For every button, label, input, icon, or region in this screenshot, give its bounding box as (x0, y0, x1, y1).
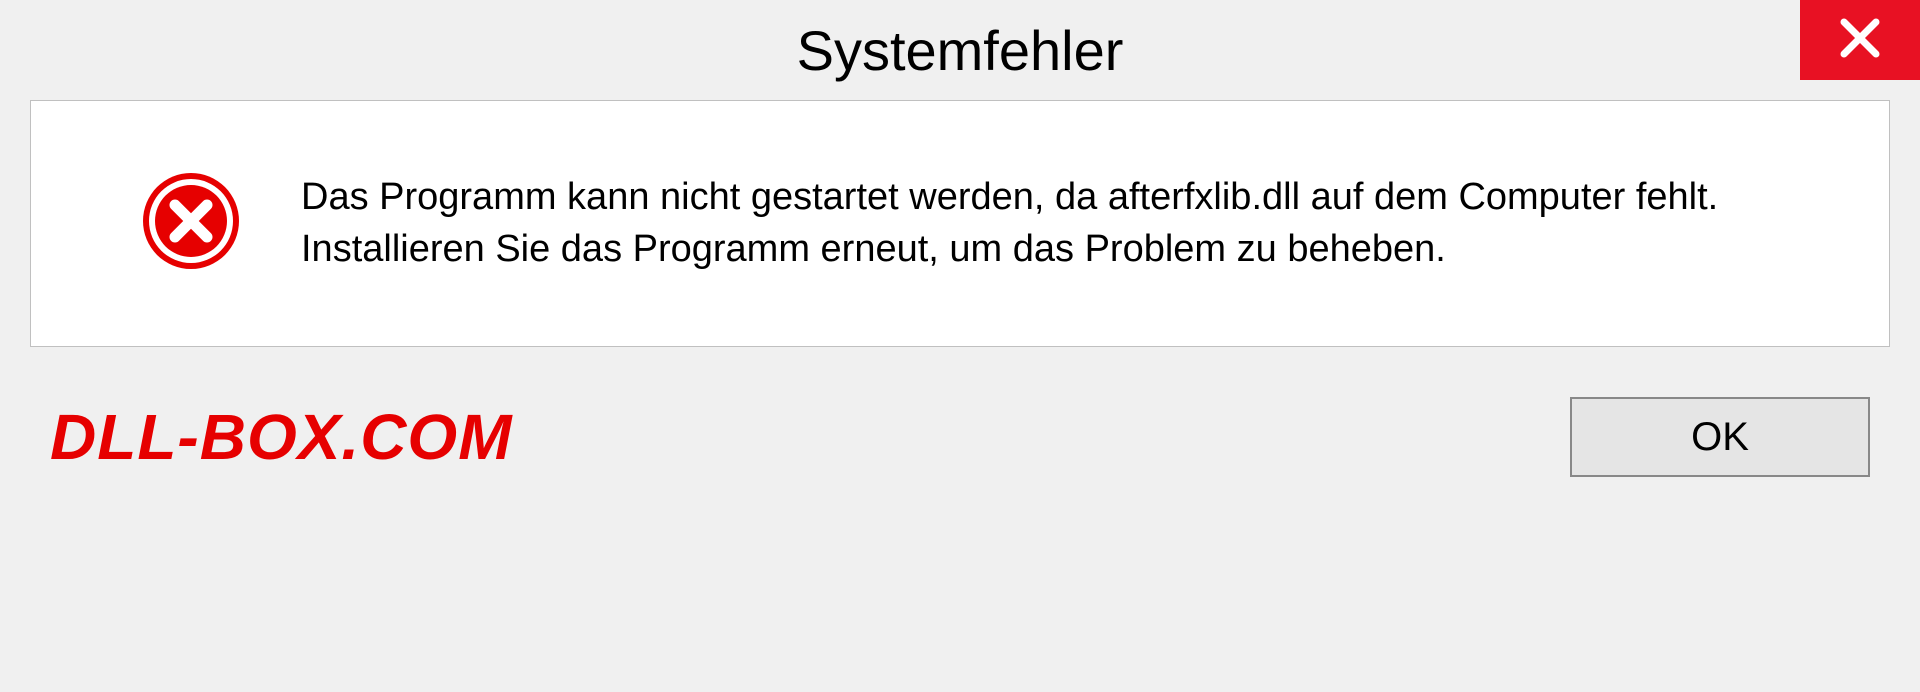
close-button[interactable] (1800, 0, 1920, 80)
error-icon (141, 171, 241, 276)
error-message: Das Programm kann nicht gestartet werden… (301, 172, 1829, 275)
close-icon (1838, 16, 1882, 65)
ok-button-label: OK (1691, 415, 1749, 460)
footer: DLL-BOX.COM OK (0, 377, 1920, 517)
error-dialog: Systemfehler Das Programm kann nicht ges… (0, 0, 1920, 692)
content-area: Das Programm kann nicht gestartet werden… (30, 100, 1890, 347)
titlebar: Systemfehler (0, 0, 1920, 100)
ok-button[interactable]: OK (1570, 397, 1870, 477)
watermark-text: DLL-BOX.COM (50, 400, 513, 474)
dialog-title: Systemfehler (797, 18, 1124, 83)
